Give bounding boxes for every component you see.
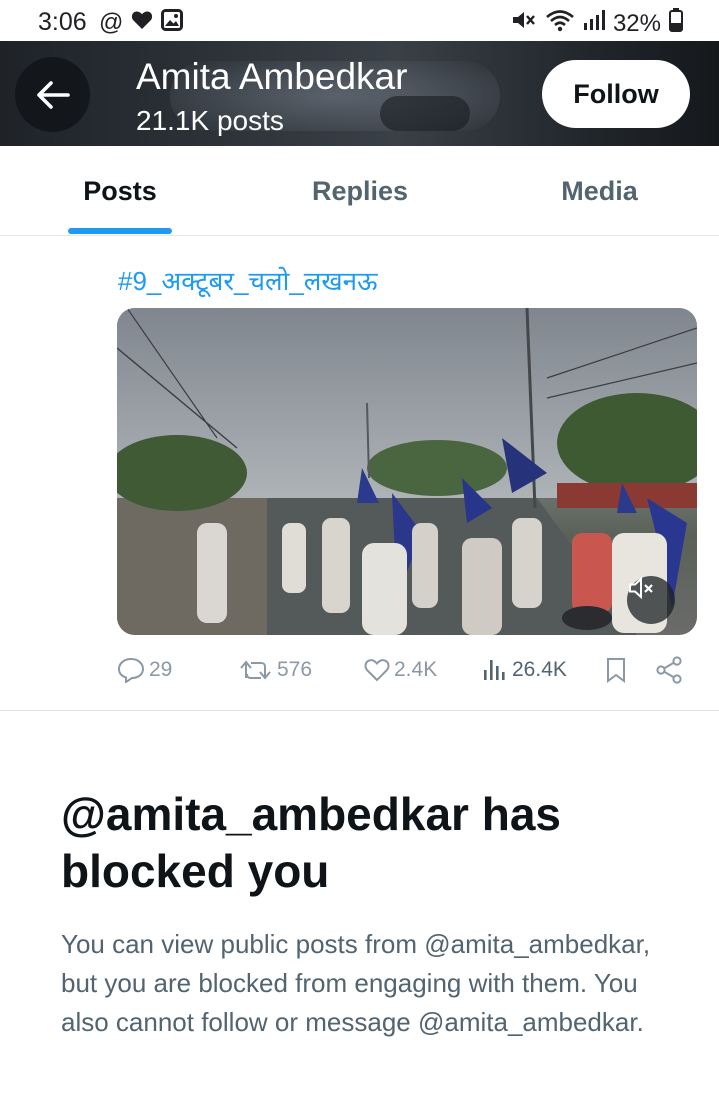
bookmark-button[interactable] (605, 650, 627, 690)
signal-icon (583, 9, 605, 38)
tab-replies[interactable]: Replies (240, 146, 480, 236)
profile-post-count: 21.1K posts (136, 105, 284, 136)
arrow-left-icon (36, 80, 70, 109)
post-divider (0, 710, 719, 711)
video-mute-button[interactable] (627, 576, 675, 624)
post-hashtag-link[interactable]: #9_अक्टूबर_चलो_लखनऊ (118, 262, 378, 298)
like-count: 2.4K (394, 658, 438, 681)
at-sign-icon: @ (99, 8, 124, 36)
profile-name: Amita Ambedkar (136, 56, 408, 97)
tab-posts[interactable]: Posts (0, 146, 240, 236)
bookmark-icon (607, 658, 625, 683)
back-button[interactable] (15, 57, 90, 132)
wifi-icon (545, 8, 575, 39)
volume-muted-icon (629, 576, 653, 600)
views-button[interactable]: 26.4K (482, 650, 567, 690)
heart-icon (131, 10, 153, 35)
follow-button[interactable]: Follow (542, 60, 690, 128)
blocked-description: You can view public posts from @amita_am… (61, 929, 651, 1037)
repost-icon (240, 660, 271, 680)
status-notification-icons: @ (99, 8, 184, 36)
heart-outline-icon (364, 659, 390, 682)
analytics-icon (484, 660, 505, 680)
reply-button[interactable]: 29 (117, 650, 172, 690)
reply-count: 29 (149, 658, 173, 681)
video-frame-image (117, 308, 697, 635)
profile-header: Amita Ambedkar 21.1K posts Follow (0, 41, 719, 146)
image-icon (161, 9, 184, 36)
mute-icon (511, 9, 537, 38)
status-system-icons: 32% (511, 8, 683, 39)
status-time: 3:06 (38, 8, 87, 36)
view-count: 26.4K (512, 658, 567, 681)
post-actions: 29 576 2.4K 26.4K (117, 650, 697, 690)
repost-count: 576 (277, 658, 313, 681)
status-bar: 3:06 @ 32% (0, 0, 719, 44)
active-tab-indicator (68, 228, 172, 234)
repost-button[interactable]: 576 (239, 650, 312, 690)
like-button[interactable]: 2.4K (364, 650, 437, 690)
blocked-title: @amita_ambedkar has blocked you (61, 788, 561, 897)
share-button[interactable] (655, 650, 683, 690)
tab-media[interactable]: Media (480, 146, 719, 236)
battery-percent: 32% (612, 9, 661, 37)
reply-icon (117, 657, 145, 683)
post-video[interactable] (117, 308, 697, 635)
battery-icon (669, 8, 683, 39)
share-icon (656, 656, 682, 684)
profile-tabs: Posts Replies Media (0, 146, 719, 236)
header-banner-shadow (380, 96, 470, 131)
